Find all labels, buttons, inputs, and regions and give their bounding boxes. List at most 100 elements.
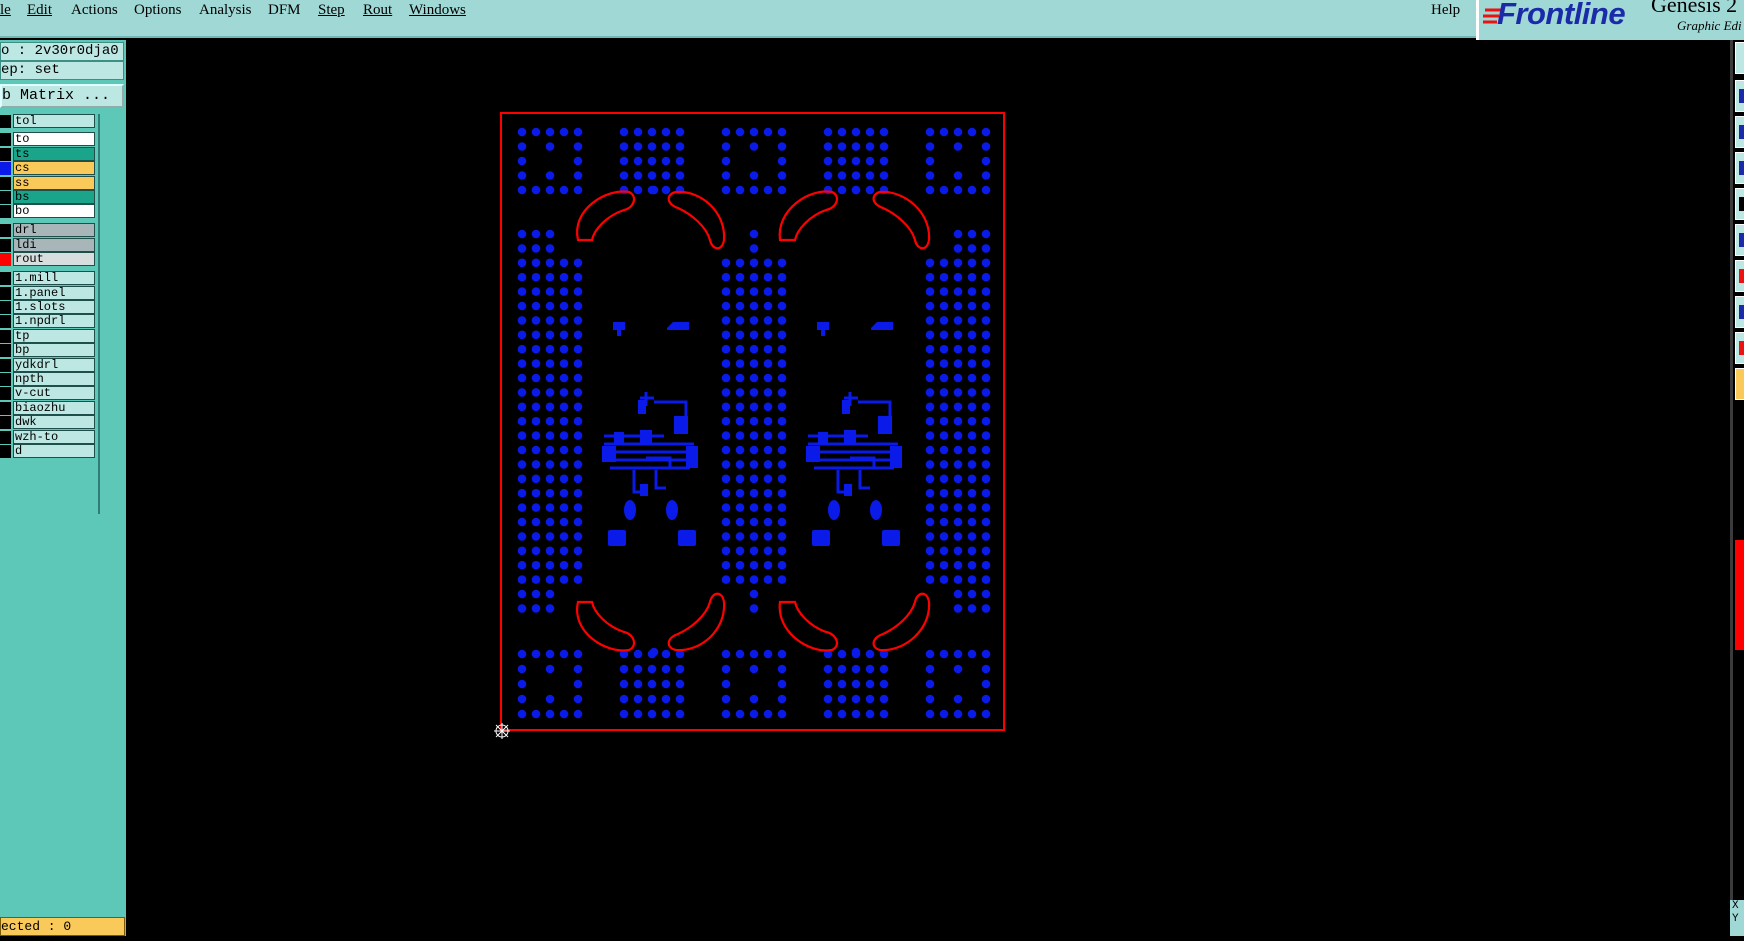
tool-button-2[interactable] — [1735, 80, 1744, 112]
menu-analysis[interactable]: Analysis — [199, 2, 252, 22]
layer-color-swatch[interactable] — [0, 416, 11, 429]
pad — [763, 460, 773, 469]
tool-button-8[interactable] — [1735, 296, 1744, 328]
layer-name[interactable]: cs — [13, 161, 95, 175]
layer-row-to[interactable]: to — [0, 132, 97, 147]
layer-color-swatch[interactable] — [0, 359, 11, 372]
tool-button-6[interactable] — [1735, 224, 1744, 256]
layer-color-swatch[interactable] — [0, 162, 11, 175]
layer-name[interactable]: dwk — [13, 415, 95, 429]
pad — [939, 431, 949, 440]
tool-button-5[interactable] — [1735, 188, 1744, 220]
layer-row-biaozhu[interactable]: biaozhu — [0, 401, 97, 416]
layer-color-swatch[interactable] — [0, 133, 11, 146]
pad — [749, 664, 759, 674]
tool-button-10[interactable] — [1735, 368, 1744, 400]
layer-row-1.mill[interactable]: 1.mill — [0, 271, 97, 286]
pad — [865, 171, 875, 180]
menu-help[interactable]: Help — [1431, 2, 1460, 22]
layer-row-tol[interactable]: tol — [0, 114, 97, 129]
layer-row-1.npdrl[interactable]: 1.npdrl — [0, 314, 97, 329]
layer-name[interactable]: bo — [13, 204, 95, 218]
layer-row-cs[interactable]: cs — [0, 161, 97, 176]
matrix-button[interactable]: b Matrix ... — [0, 84, 124, 108]
pad — [735, 416, 745, 426]
layer-color-swatch[interactable] — [0, 148, 11, 161]
layer-row-1.slots[interactable]: 1.slots — [0, 300, 97, 315]
tool-button-3[interactable] — [1735, 116, 1744, 148]
layer-color-swatch[interactable] — [0, 205, 11, 218]
pad — [545, 664, 555, 674]
layer-name[interactable]: rout — [13, 252, 95, 266]
layer-name[interactable]: ldi — [13, 238, 95, 252]
layer-name[interactable]: v-cut — [13, 386, 95, 400]
layer-name[interactable]: 1.panel — [13, 286, 95, 300]
menu-dfm[interactable]: DFM — [268, 2, 301, 22]
layer-row-bp[interactable]: bp — [0, 343, 97, 358]
menu-rout[interactable]: Rout — [363, 2, 392, 22]
layer-color-swatch[interactable] — [0, 115, 11, 128]
tool-button-4[interactable] — [1735, 152, 1744, 184]
layer-color-swatch[interactable] — [0, 301, 11, 314]
layer-name[interactable]: wzh-to — [13, 430, 95, 444]
layer-color-swatch[interactable] — [0, 344, 11, 357]
layer-name[interactable]: npth — [13, 372, 95, 386]
layer-row-d[interactable]: d — [0, 444, 97, 459]
layer-row-v-cut[interactable]: v-cut — [0, 386, 97, 401]
layer-color-swatch[interactable] — [0, 445, 11, 458]
layer-name[interactable]: 1.npdrl — [13, 314, 95, 328]
layer-color-swatch[interactable] — [0, 431, 11, 444]
menu-file[interactable]: le — [0, 2, 11, 22]
layer-color-swatch[interactable] — [0, 315, 11, 328]
pad — [823, 185, 833, 195]
tool-button-9[interactable] — [1735, 332, 1744, 364]
menu-options[interactable]: Options — [134, 2, 182, 22]
menu-windows[interactable]: Windows — [409, 2, 466, 22]
layer-row-tp[interactable]: tp — [0, 329, 97, 344]
layer-color-swatch[interactable] — [0, 177, 11, 190]
tool-button-7[interactable] — [1735, 260, 1744, 292]
layer-color-swatch[interactable] — [0, 373, 11, 386]
layer-name[interactable]: biaozhu — [13, 401, 95, 415]
layer-row-ldi[interactable]: ldi — [0, 238, 97, 253]
layer-row-dwk[interactable]: dwk — [0, 415, 97, 430]
layer-name[interactable]: drl — [13, 223, 95, 237]
layer-name[interactable]: ydkdrl — [13, 358, 95, 372]
layer-row-npth[interactable]: npth — [0, 372, 97, 387]
layer-row-ts[interactable]: ts — [0, 147, 97, 162]
layer-name[interactable]: ts — [13, 147, 95, 161]
layer-name[interactable]: tol — [13, 114, 95, 128]
layer-color-swatch[interactable] — [0, 330, 11, 343]
layer-row-ydkdrl[interactable]: ydkdrl — [0, 358, 97, 373]
layer-name[interactable]: 1.slots — [13, 300, 95, 314]
layer-row-rout[interactable]: rout — [0, 252, 97, 267]
layer-name[interactable]: 1.mill — [13, 271, 95, 285]
menu-actions[interactable]: Actions — [71, 2, 118, 22]
layer-name[interactable]: ss — [13, 176, 95, 190]
layer-color-swatch[interactable] — [0, 387, 11, 400]
layer-name[interactable]: tp — [13, 329, 95, 343]
menu-edit[interactable]: Edit — [27, 2, 52, 22]
layer-row-bs[interactable]: bs — [0, 190, 97, 205]
layer-name[interactable]: d — [13, 444, 95, 458]
layer-row-drl[interactable]: drl — [0, 223, 97, 238]
layer-color-swatch[interactable] — [0, 272, 11, 285]
layer-color-swatch[interactable] — [0, 239, 11, 252]
layer-name[interactable]: bp — [13, 343, 95, 357]
layer-color-swatch[interactable] — [0, 253, 11, 266]
layer-color-swatch[interactable] — [0, 402, 11, 415]
layer-color-swatch[interactable] — [0, 287, 11, 300]
layer-color-swatch[interactable] — [0, 224, 11, 237]
layer-color-swatch[interactable] — [0, 191, 11, 204]
layer-row-1.panel[interactable]: 1.panel — [0, 286, 97, 301]
graphic-canvas[interactable] — [126, 40, 1730, 936]
layer-name[interactable]: to — [13, 132, 95, 146]
layer-row-wzh-to[interactable]: wzh-to — [0, 430, 97, 445]
layer-name[interactable]: bs — [13, 190, 95, 204]
layer-row-bo[interactable]: bo — [0, 204, 97, 219]
layer-row-ss[interactable]: ss — [0, 176, 97, 191]
board-view[interactable] — [126, 40, 1730, 936]
tool-button-1[interactable] — [1735, 42, 1744, 74]
menu-step[interactable]: Step — [318, 2, 345, 22]
pad — [735, 316, 745, 325]
